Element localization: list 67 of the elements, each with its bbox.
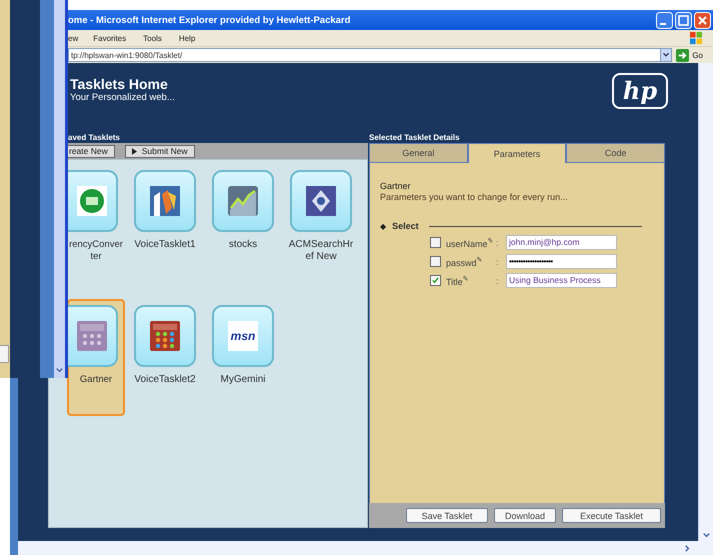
group-label: Select: [392, 221, 419, 231]
logo: msn: [228, 321, 258, 351]
field-label: passwd$^{✎}$: [446, 256, 484, 268]
windows-logo-icon: [689, 30, 704, 46]
tasklet-label: stocks: [228, 239, 258, 251]
action-button[interactable]: Save Tasklet: [406, 508, 488, 523]
input-field: [0, 345, 9, 363]
description-text: Parameters you want to change for every run...: [380, 192, 569, 203]
scroll-bar[interactable]: [18, 541, 713, 555]
bullet: ◆: [380, 222, 386, 230]
tasklet-label: ACMSearchHref New: [288, 239, 354, 263]
page-title: Tasklets Home: [70, 76, 169, 92]
calculator-icon: [77, 321, 107, 351]
menu-item[interactable]: Tools: [143, 34, 171, 42]
tasklet-item[interactable]: VoiceTasklet2: [127, 299, 203, 416]
checkbox[interactable]: [430, 237, 441, 248]
scroll-bar[interactable]: [54, 0, 65, 378]
dropdown-icon[interactable]: [660, 48, 672, 62]
scroll-bar[interactable]: [698, 63, 713, 541]
input-field[interactable]: Using Business Process: [506, 273, 617, 288]
menu-item[interactable]: Help: [178, 34, 204, 42]
close-icon[interactable]: [694, 12, 711, 28]
tab[interactable]: General: [369, 143, 468, 163]
tasklet-label: VoiceTasklet2: [133, 374, 197, 386]
action-button[interactable]: Download: [494, 508, 556, 523]
checkbox[interactable]: [430, 275, 441, 286]
tasklet-label: Gartner: [78, 374, 114, 386]
field-label: userName$^{✎}$: [446, 236, 494, 248]
play-icon: [132, 148, 137, 154]
toolbar-button[interactable]: reate New: [68, 144, 115, 158]
section-heading: Selected Tasklet Details: [369, 133, 461, 143]
map-icon: [150, 186, 180, 216]
colon: :: [496, 276, 500, 286]
tasklet-item[interactable]: stocks: [205, 164, 281, 281]
tasklet-item[interactable]: ACMSearchHref New: [283, 164, 359, 281]
tasklet-label: MyGemini: [219, 374, 266, 386]
window-title: ome - Microsoft Internet Explorer provided by Hewlett-Packard: [68, 14, 352, 26]
input-field[interactable]: •••••••••••••••••••: [506, 254, 617, 269]
address-field[interactable]: tp://hplswan-win1:9080/Tasklet/: [68, 48, 660, 62]
tasklet-item[interactable]: Gartner: [67, 299, 125, 416]
keypad-icon: [150, 321, 180, 351]
emblem-icon: [306, 186, 336, 216]
arrow-icon: [676, 48, 690, 62]
tasklet-name: Gartner: [380, 181, 412, 192]
menu-item[interactable]: Favorites: [93, 34, 136, 42]
menu-item[interactable]: ew: [68, 34, 88, 42]
action-button[interactable]: Execute Tasklet: [562, 508, 661, 523]
colon: :: [496, 238, 500, 248]
tab[interactable]: Parameters: [468, 143, 566, 163]
checkbox[interactable]: [430, 256, 441, 267]
colon: :: [496, 256, 500, 266]
tasklet-item[interactable]: rencyConverter: [67, 164, 125, 281]
chart-icon: [228, 186, 258, 216]
money-icon: [77, 186, 107, 216]
minimize-icon[interactable]: [656, 12, 673, 28]
maximize-icon[interactable]: [675, 12, 692, 28]
page-subtitle: Your Personalized web...: [70, 92, 175, 103]
tasklet-label: VoiceTasklet1: [133, 239, 197, 251]
toolbar-button[interactable]: Submit New: [124, 144, 195, 158]
section-heading: aved Tasklets: [67, 133, 121, 143]
tab[interactable]: Code: [566, 143, 666, 163]
tasklet-item[interactable]: VoiceTasklet1: [127, 164, 203, 281]
field-label: Title$^{✎}$: [446, 274, 470, 286]
tasklet-item[interactable]: msn MyGemini: [205, 299, 281, 416]
tasklet-label: rencyConverter: [68, 239, 124, 263]
logo: hp: [612, 73, 668, 109]
input-field[interactable]: john.minj@hp.com: [506, 235, 617, 250]
